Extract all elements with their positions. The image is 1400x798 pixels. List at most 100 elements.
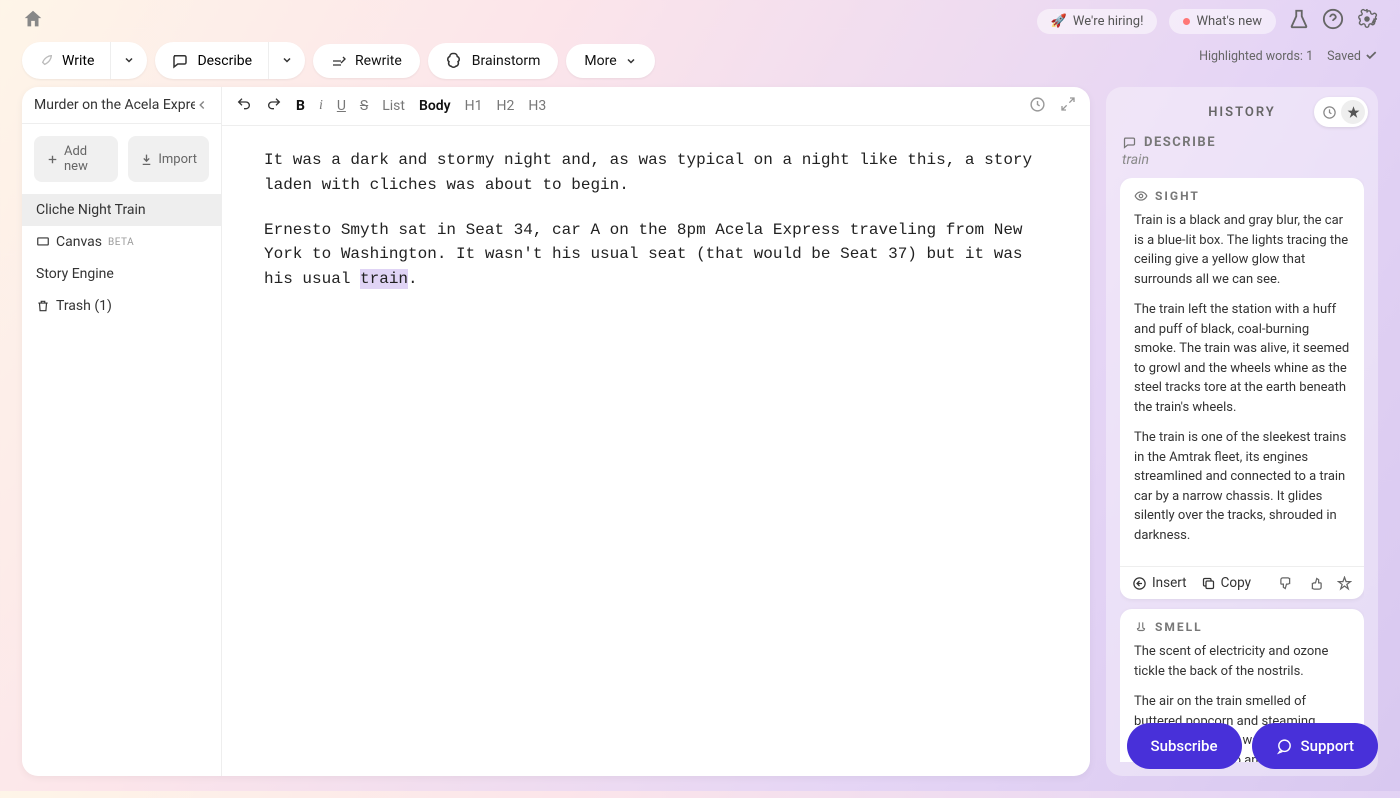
card-paragraph: The train is one of the sleekest trains …	[1134, 428, 1350, 545]
brain-icon	[446, 52, 464, 70]
write-label: Write	[62, 53, 94, 69]
feather-icon	[38, 53, 54, 69]
card-sense-label: SMELL	[1155, 620, 1203, 634]
undo-icon	[236, 96, 252, 112]
rewrite-label: Rewrite	[355, 53, 402, 69]
chat-icon	[1276, 738, 1293, 755]
brainstorm-button[interactable]: Brainstorm	[428, 43, 559, 79]
beta-badge: BETA	[108, 237, 134, 248]
insert-button[interactable]: Insert	[1132, 575, 1187, 591]
h2-button[interactable]: H2	[496, 98, 514, 114]
lab-icon[interactable]	[1288, 8, 1310, 34]
underline-button[interactable]: U	[337, 98, 346, 114]
card-paragraph: The train left the station with a huff a…	[1134, 300, 1350, 417]
sidebar-item-label: Cliche Night Train	[36, 202, 146, 218]
rocket-icon: 🚀	[1051, 14, 1067, 29]
strikethrough-button[interactable]: S	[360, 98, 368, 114]
history-card-sight: SIGHT Train is a black and gray blur, th…	[1120, 178, 1364, 599]
highlighted-word: train	[360, 269, 408, 289]
star-icon	[1337, 576, 1352, 591]
describe-section-label: DESCRIBE	[1144, 135, 1216, 150]
chevron-down-icon	[281, 54, 293, 66]
thumbs-down-button[interactable]	[1279, 576, 1294, 591]
write-dropdown[interactable]	[110, 42, 147, 79]
thumbs-up-button[interactable]	[1308, 576, 1323, 591]
describe-word: train	[1122, 152, 1362, 168]
whatsnew-pill[interactable]: What's new	[1169, 9, 1276, 34]
import-label: Import	[158, 152, 197, 167]
history-star-toggle[interactable]	[1341, 100, 1365, 124]
chevron-down-icon	[625, 55, 637, 67]
hiring-pill[interactable]: 🚀 We're hiring!	[1037, 9, 1158, 34]
download-icon	[140, 153, 153, 166]
star-icon	[1346, 105, 1361, 120]
history-clock-toggle[interactable]	[1317, 100, 1341, 124]
card-paragraph: The scent of electricity and ozone tickl…	[1134, 642, 1350, 681]
write-button[interactable]: Write	[22, 42, 147, 79]
italic-button[interactable]: i	[319, 98, 323, 114]
speech-icon	[1122, 135, 1137, 150]
trash-icon	[36, 299, 50, 313]
whatsnew-label: What's new	[1196, 14, 1262, 29]
check-icon	[1364, 48, 1378, 62]
sidebar-item-story-engine[interactable]: Story Engine	[22, 258, 221, 290]
sidebar-item-trash[interactable]: Trash (1)	[22, 290, 221, 322]
support-button[interactable]: Support	[1252, 723, 1378, 769]
hiring-label: We're hiring!	[1073, 14, 1144, 29]
sidebar-item-cliche-night-train[interactable]: Cliche Night Train	[22, 194, 221, 226]
sidebar-item-label: Trash (1)	[56, 298, 112, 314]
sidebar-item-canvas[interactable]: Canvas BETA	[22, 226, 221, 258]
history-clock-icon[interactable]	[1029, 96, 1046, 117]
copy-label: Copy	[1221, 575, 1251, 591]
document-title[interactable]: Murder on the Acela Expres	[34, 97, 195, 113]
insert-label: Insert	[1152, 575, 1187, 591]
more-label: More	[584, 53, 616, 69]
subscribe-button[interactable]: Subscribe	[1127, 723, 1242, 769]
eye-icon	[1134, 189, 1148, 203]
bold-button[interactable]: B	[296, 98, 305, 114]
insert-icon	[1132, 576, 1147, 591]
undo-button[interactable]	[236, 96, 252, 116]
body-button[interactable]: Body	[419, 98, 451, 114]
describe-dropdown[interactable]	[268, 42, 305, 79]
expand-icon[interactable]	[1060, 96, 1076, 117]
add-new-button[interactable]: Add new	[34, 136, 118, 182]
brainstorm-label: Brainstorm	[472, 53, 541, 69]
notification-dot-icon	[1183, 18, 1190, 25]
add-new-label: Add new	[64, 144, 106, 174]
star-button[interactable]	[1337, 576, 1352, 591]
redo-icon	[266, 96, 282, 112]
gear-icon[interactable]	[1356, 8, 1378, 34]
editor-content[interactable]: It was a dark and stormy night and, as w…	[222, 126, 1090, 334]
card-paragraph: Train is a black and gray blur, the car …	[1134, 211, 1350, 289]
describe-button[interactable]: Describe	[155, 42, 305, 79]
chevron-left-icon[interactable]	[195, 98, 209, 112]
sidebar-item-label: Story Engine	[36, 266, 114, 282]
help-icon[interactable]	[1322, 8, 1344, 34]
saved-status: Saved	[1327, 48, 1378, 64]
speech-icon	[171, 52, 189, 70]
rewrite-icon	[331, 53, 347, 69]
h1-button[interactable]: H1	[465, 98, 483, 114]
more-button[interactable]: More	[566, 44, 654, 78]
redo-button[interactable]	[266, 96, 282, 116]
rewrite-button[interactable]: Rewrite	[313, 44, 420, 78]
highlighted-words-status: Highlighted words: 1	[1199, 49, 1313, 64]
import-button[interactable]: Import	[128, 136, 209, 182]
support-label: Support	[1301, 737, 1354, 755]
card-sense-label: SIGHT	[1155, 189, 1200, 203]
sidebar-item-label: Canvas	[56, 234, 102, 250]
describe-label: Describe	[197, 53, 252, 69]
h3-button[interactable]: H3	[528, 98, 546, 114]
thumbs-down-icon	[1279, 576, 1294, 591]
copy-button[interactable]: Copy	[1201, 575, 1251, 591]
chevron-down-icon	[123, 54, 135, 66]
list-button[interactable]: List	[382, 98, 405, 114]
editor-paragraph: It was a dark and stormy night and, as w…	[264, 148, 1048, 198]
thumbs-up-icon	[1308, 576, 1323, 591]
clock-icon	[1322, 105, 1337, 120]
canvas-icon	[36, 235, 50, 249]
plus-icon	[46, 153, 59, 166]
editor-paragraph: Ernesto Smyth sat in Seat 34, car A on t…	[264, 218, 1048, 292]
home-icon[interactable]	[22, 8, 44, 34]
